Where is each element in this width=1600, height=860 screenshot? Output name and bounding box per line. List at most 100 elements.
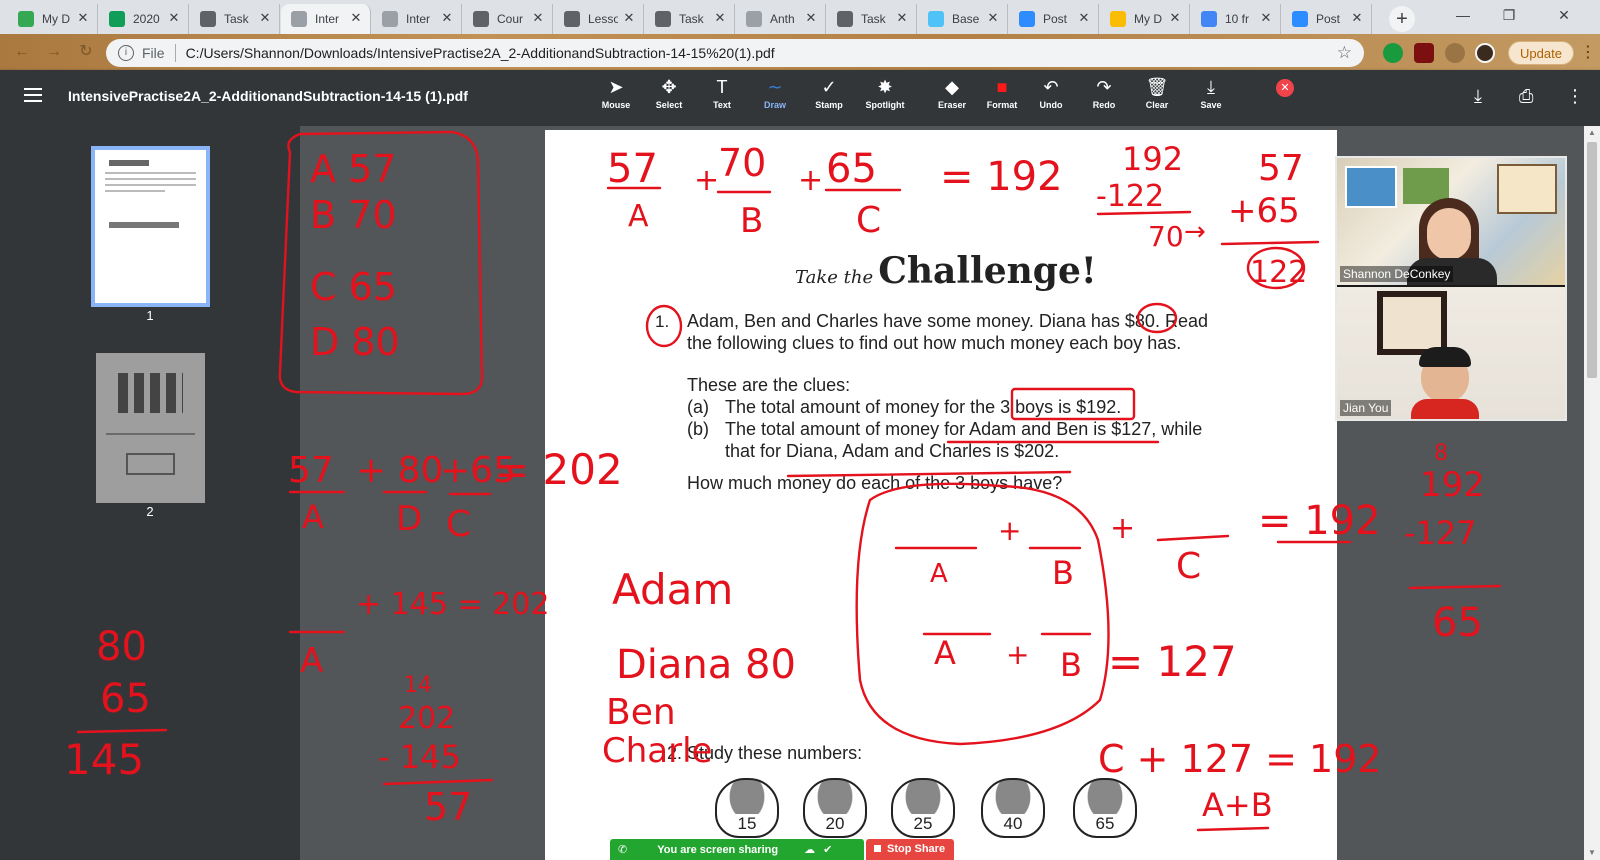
url-bar[interactable]: i File C:/Users/Shannon/Downloads/Intens… (106, 39, 1364, 67)
browser-tab-strip: My D ✕ 2020 ✕ Task ✕ Inter ✕ Inter ✕ Cour ✕ Lesso ✕ Ta… (0, 0, 1600, 34)
tool-text-button[interactable]: T Text (696, 76, 748, 110)
browser-tab[interactable]: Cour ✕ (463, 4, 553, 34)
tab-close-icon[interactable]: ✕ (348, 10, 364, 26)
basket-number: 20 (819, 814, 851, 834)
window-close-button[interactable]: ✕ (1534, 0, 1594, 30)
hamburger-menu-icon[interactable] (24, 88, 42, 102)
tool-eraser-button[interactable]: ◆ Eraser (926, 76, 978, 110)
tab-title: Inter (406, 12, 431, 26)
tab-close-icon[interactable]: ✕ (894, 10, 910, 26)
bookmark-star-icon[interactable]: ☆ (1337, 43, 1352, 63)
stop-share-button[interactable]: Stop Share (866, 839, 954, 860)
tool-format-button[interactable]: ■ Format (976, 76, 1028, 110)
phone-icon: ✆ (618, 844, 628, 856)
browser-tab[interactable]: 2020 ✕ (99, 4, 189, 34)
thumbnail-page-2[interactable] (96, 353, 205, 503)
more-options-icon[interactable]: ⋮ (1566, 86, 1584, 107)
thumb-line (106, 433, 195, 435)
site-info-icon[interactable]: i (118, 45, 134, 61)
tab-close-icon[interactable]: ✕ (75, 10, 91, 26)
tool-spotlight-button[interactable]: ✸ Spotlight (859, 76, 911, 110)
scrollbar-thumb[interactable] (1587, 142, 1597, 378)
close-annotation-icon[interactable]: ✕ (1276, 79, 1294, 97)
new-tab-button[interactable]: + (1389, 6, 1415, 32)
basket-number: 65 (1089, 814, 1121, 834)
tab-favicon-icon (928, 11, 944, 27)
browser-tab[interactable]: Anth ✕ (736, 4, 826, 34)
window-minimize-button[interactable]: — (1440, 0, 1486, 30)
scroll-down-arrow-icon[interactable]: ▼ (1587, 848, 1597, 858)
browser-tab[interactable]: My D ✕ (8, 4, 98, 34)
tab-close-icon[interactable]: ✕ (1258, 10, 1274, 26)
tab-close-icon[interactable]: ✕ (621, 10, 637, 26)
browser-tab[interactable]: My D ✕ (1100, 4, 1190, 34)
video-tile-jian[interactable]: Jian You (1337, 287, 1565, 419)
browser-menu-icon[interactable]: ⋮ (1580, 42, 1596, 62)
reload-icon[interactable]: ↻ (76, 42, 96, 62)
tab-title: Post (1316, 12, 1341, 26)
basket-number: 40 (997, 814, 1029, 834)
tool-save-button[interactable]: ⤓ Save (1185, 76, 1237, 110)
browser-tab[interactable]: Task ✕ (645, 4, 735, 34)
challenge-title: Take the Challenge! (795, 250, 1097, 292)
extension-green-icon[interactable] (1383, 43, 1403, 63)
basket: 20 (803, 778, 867, 838)
tab-title: Cour (497, 12, 524, 26)
tool-draw-button[interactable]: ∼ Draw (749, 76, 801, 110)
browser-tab[interactable]: Base ✕ (918, 4, 1008, 34)
tab-close-icon[interactable]: ✕ (439, 10, 455, 26)
tool-clear-button[interactable]: 🗑 Clear (1131, 76, 1183, 110)
profile-avatar-icon[interactable] (1475, 43, 1495, 63)
tab-title: Base (952, 12, 980, 26)
thumbnail-page-1[interactable] (91, 146, 210, 307)
forward-arrow-icon[interactable]: → (44, 42, 64, 62)
url-separator (174, 44, 176, 62)
tab-close-icon[interactable]: ✕ (1349, 10, 1365, 26)
browser-tab[interactable]: Post ✕ (1009, 4, 1099, 34)
download-icon[interactable]: ⤓ (1474, 86, 1482, 107)
tab-close-icon[interactable]: ✕ (257, 10, 273, 26)
tab-close-icon[interactable]: ✕ (985, 10, 1001, 26)
print-icon[interactable]: ⎙ (1519, 86, 1533, 107)
tab-close-icon[interactable]: ✕ (1167, 10, 1183, 26)
tab-favicon-icon (18, 11, 34, 27)
tab-close-icon[interactable]: ✕ (712, 10, 728, 26)
url-scheme: File (142, 45, 165, 61)
browser-tab[interactable]: Post ✕ (1282, 4, 1372, 34)
tool-label: Text (713, 100, 731, 110)
browser-tab[interactable]: Inter ✕ (372, 4, 462, 34)
wall-frame (1377, 291, 1447, 355)
thumb-title-line (109, 160, 149, 166)
tab-close-icon[interactable]: ✕ (803, 10, 819, 26)
shield-check-icon: ✔ (823, 844, 833, 856)
basket: 65 (1073, 778, 1137, 838)
back-arrow-icon[interactable]: ← (12, 42, 32, 62)
save-icon: ⤓ (1207, 77, 1215, 97)
tab-favicon-icon (382, 11, 398, 27)
participant-face (1427, 208, 1471, 260)
tab-close-icon[interactable]: ✕ (530, 10, 546, 26)
browser-tab[interactable]: 10 fr ✕ (1191, 4, 1281, 34)
tab-title: Lesso (588, 12, 618, 26)
vertical-scrollbar[interactable]: ▲ ▼ (1584, 126, 1600, 860)
video-tile-shannon[interactable]: Shannon DeConkey (1337, 158, 1565, 285)
browser-tab[interactable]: Task ✕ (827, 4, 917, 34)
tool-stamp-button[interactable]: ✓ Stamp (803, 76, 855, 110)
extension-ublock-icon[interactable] (1414, 43, 1434, 63)
browser-tab[interactable]: Lesso ✕ (554, 4, 644, 34)
extension-puzzle-icon[interactable] (1445, 43, 1465, 63)
pdf-page: Take the Challenge! 1. Adam, Ben and Cha… (545, 130, 1337, 860)
tool-select-button[interactable]: ✥ Select (643, 76, 695, 110)
scroll-up-arrow-icon[interactable]: ▲ (1587, 128, 1597, 138)
window-restore-button[interactable]: ❐ (1486, 0, 1532, 30)
tab-close-icon[interactable]: ✕ (1076, 10, 1092, 26)
tool-undo-button[interactable]: ↶ Undo (1025, 76, 1077, 110)
update-button[interactable]: Update (1508, 41, 1574, 65)
screen-sharing-bar[interactable]: ✆ You are screen sharing ☁ ✔ (610, 839, 864, 860)
tool-redo-button[interactable]: ↷ Redo (1078, 76, 1130, 110)
browser-tab[interactable]: Task ✕ (190, 4, 280, 34)
clue-a-label: (a) (687, 397, 709, 417)
tool-mouse-button[interactable]: ➤ Mouse (590, 76, 642, 110)
tab-close-icon[interactable]: ✕ (166, 10, 182, 26)
browser-tab[interactable]: Inter ✕ (281, 4, 371, 34)
